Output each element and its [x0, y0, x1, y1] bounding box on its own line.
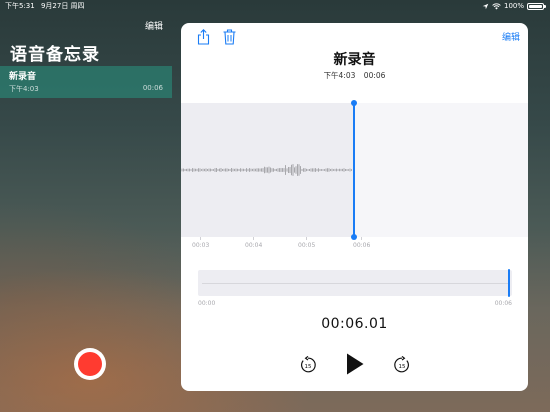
- skip-back-15-icon: 15: [301, 356, 316, 373]
- tick-label: 00:05: [298, 242, 316, 249]
- sidebar-title: 语音备忘录: [10, 45, 100, 65]
- skip-forward-15-icon: 15: [394, 356, 409, 373]
- skip-forward-label: 15: [399, 364, 406, 370]
- skip-back-button[interactable]: 15: [299, 356, 317, 374]
- tick-label: 00:06: [353, 242, 371, 249]
- tick-mark: [253, 237, 254, 240]
- skip-forward-button[interactable]: 15: [393, 356, 411, 374]
- battery-percent: 100%: [503, 2, 524, 10]
- status-bar: 下午5:31 9月27日 周四 100%: [0, 0, 550, 12]
- overview-scrubber[interactable]: [198, 269, 512, 297]
- recording-name: 新录音: [9, 72, 37, 82]
- battery-icon: [527, 2, 546, 10]
- tick-mark: [200, 237, 201, 240]
- overview-waveform: [202, 283, 508, 284]
- sidebar-edit-button[interactable]: 编辑: [145, 19, 163, 32]
- overview-start-time: 00:00: [198, 300, 216, 307]
- record-icon: [77, 351, 103, 377]
- overview-playhead[interactable]: [507, 269, 510, 297]
- tick-label: 00:04: [245, 242, 263, 249]
- waveform-view[interactable]: [181, 100, 528, 240]
- delete-button[interactable]: [221, 28, 237, 46]
- panel-edit-button[interactable]: 编辑: [502, 30, 520, 43]
- recording-duration: 00:06: [142, 84, 163, 92]
- tick-mark: [361, 237, 362, 240]
- recording-time: 下午4:03: [323, 71, 356, 80]
- play-icon: [347, 353, 364, 375]
- play-button[interactable]: [344, 351, 366, 377]
- playhead[interactable]: [350, 100, 357, 240]
- status-date: 9月27日 周四: [40, 2, 85, 10]
- record-button[interactable]: [74, 348, 106, 380]
- status-time: 下午5:31: [5, 2, 35, 10]
- skip-back-label: 15: [305, 364, 312, 370]
- recording-list-item[interactable]: 新录音 下午4:03 00:06: [0, 66, 172, 98]
- recording-date: 下午4:03: [9, 85, 39, 93]
- recording-meta: 下午4:03 00:06: [181, 70, 528, 81]
- share-icon: [197, 29, 209, 45]
- trash-icon: [223, 29, 235, 45]
- recording-detail-panel: 编辑 新录音 下午4:03 00:06 00:03 00:04 00:05 00…: [181, 23, 528, 391]
- recording-title: 新录音: [333, 52, 376, 68]
- overview-end-time: 00:06: [494, 300, 512, 307]
- wifi-icon: [492, 2, 501, 9]
- tick-label: 00:03: [192, 242, 210, 249]
- playhead-handle-top[interactable]: [350, 100, 357, 106]
- share-button[interactable]: [195, 28, 211, 46]
- tick-mark: [306, 237, 307, 240]
- elapsed-time: 00:06.01: [321, 316, 388, 332]
- waveform-trace: [181, 164, 352, 176]
- location-icon: [482, 3, 489, 9]
- battery-level: [529, 4, 542, 8]
- recording-length: 00:06: [363, 71, 386, 80]
- timeline-ruler: 00:03 00:04 00:05 00:06: [181, 237, 528, 257]
